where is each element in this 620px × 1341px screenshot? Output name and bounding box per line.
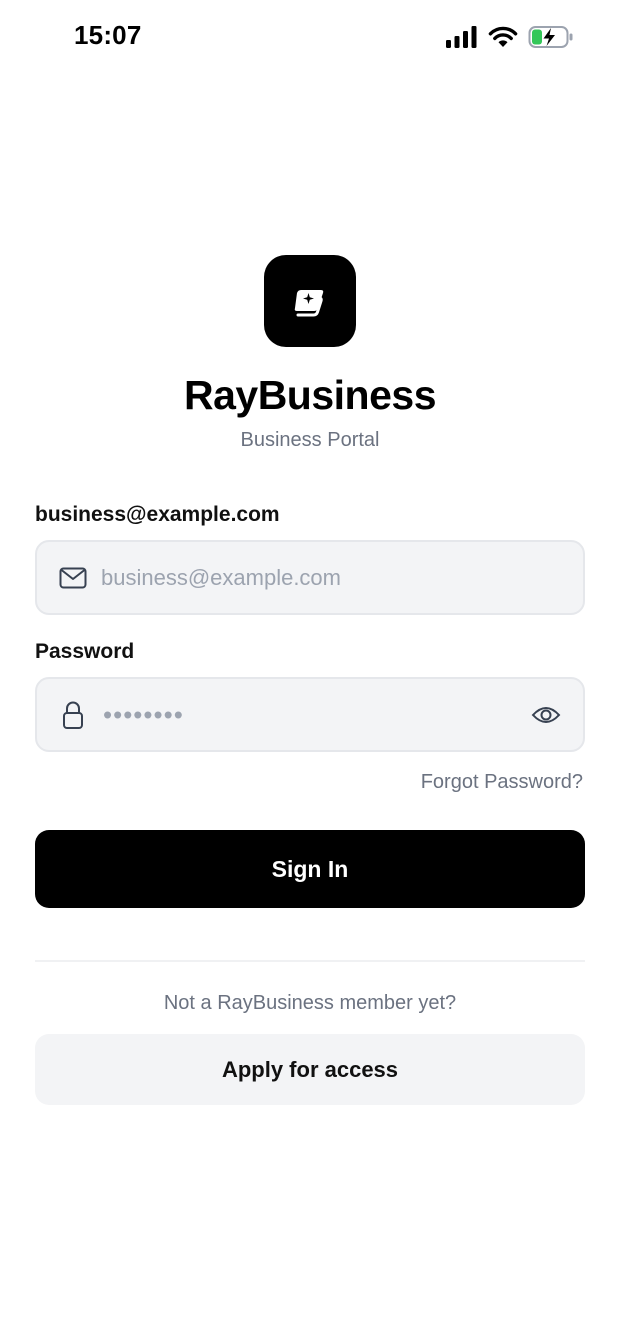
- app-title: RayBusiness: [183, 372, 437, 418]
- app-logo: [264, 255, 356, 347]
- login-screen: 15:07 RayBusiness Business Portal busine…: [0, 0, 620, 1341]
- member-prompt: Not a RayBusiness member yet?: [163, 992, 457, 1014]
- password-label: Password: [35, 640, 135, 663]
- sparkle-cards-icon: [294, 290, 324, 317]
- status-icons: [446, 22, 574, 52]
- password-input[interactable]: ••••••••: [103, 699, 184, 730]
- password-field[interactable]: ••••••••: [35, 677, 585, 752]
- forgot-password-link[interactable]: Forgot Password?: [421, 771, 583, 794]
- eye-icon[interactable]: [531, 700, 561, 730]
- wifi-icon: [488, 26, 518, 47]
- sign-in-button[interactable]: Sign In: [35, 830, 585, 908]
- lock-icon: [59, 701, 87, 729]
- apply-for-access-button[interactable]: Apply for access: [35, 1034, 585, 1105]
- email-input[interactable]: [101, 542, 521, 613]
- divider: [35, 960, 585, 962]
- email-label: business@example.com: [35, 503, 280, 526]
- status-time: 15:07: [74, 20, 142, 50]
- app-subtitle: Business Portal: [240, 429, 380, 451]
- email-field[interactable]: [35, 540, 585, 615]
- cellular-signal-icon: [446, 26, 477, 48]
- mail-icon: [59, 564, 87, 592]
- status-bar: 15:07: [0, 0, 620, 74]
- battery-charging-icon: [528, 26, 573, 48]
